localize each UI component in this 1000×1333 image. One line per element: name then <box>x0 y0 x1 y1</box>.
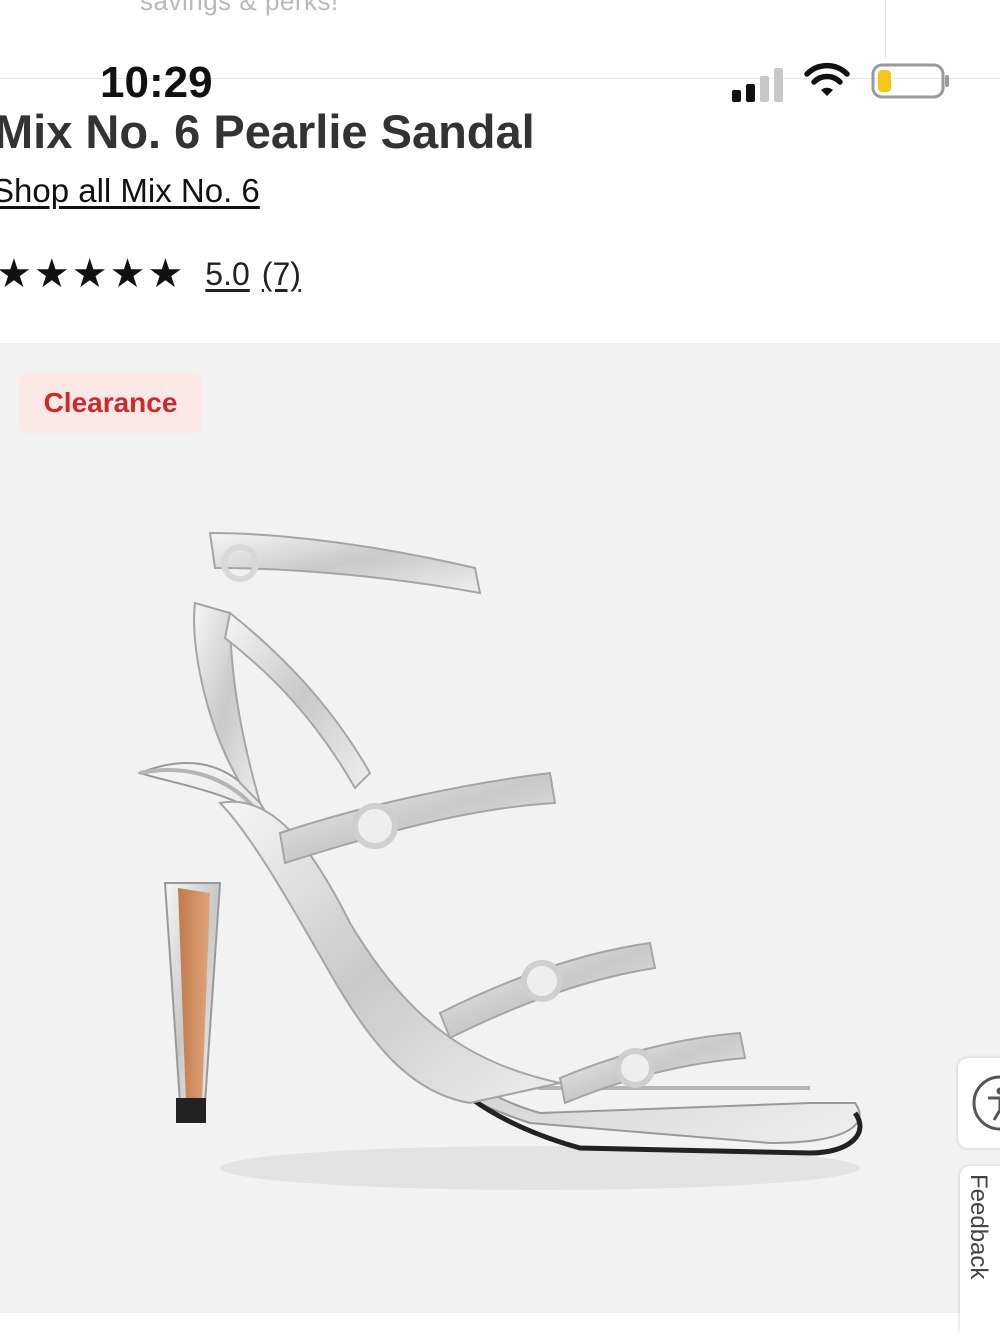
product-title: Mix No. 6 Pearlie Sandal <box>0 105 535 158</box>
clearance-badge: Clearance <box>19 373 202 433</box>
star-icon: ★ <box>147 252 184 296</box>
star-icon: ★ <box>33 252 70 296</box>
star-icon: ★ <box>109 252 146 296</box>
product-image[interactable] <box>110 503 880 1213</box>
status-time: 10:29 <box>100 58 213 107</box>
star-icon: ★ <box>71 252 108 296</box>
review-count-link[interactable]: (7) <box>262 256 301 293</box>
rating-row[interactable]: ★ ★ ★ ★ ★ 5.0 (7) <box>0 254 301 294</box>
status-icons <box>730 62 960 102</box>
accessibility-button[interactable] <box>958 1058 1000 1148</box>
product-image-area[interactable]: Clearance <box>0 343 1000 1313</box>
wifi-icon <box>804 62 850 96</box>
star-rating: ★ ★ ★ ★ ★ <box>0 254 183 294</box>
accessibility-icon <box>972 1075 1000 1131</box>
banner-divider <box>885 0 886 58</box>
star-icon: ★ <box>0 252 32 296</box>
rating-value-link[interactable]: 5.0 <box>205 256 249 293</box>
promo-text: savings & perks! <box>140 0 339 16</box>
shop-all-brand-link[interactable]: Shop all Mix No. 6 <box>0 172 260 210</box>
battery-icon <box>871 63 949 99</box>
feedback-label: Feedback <box>965 1174 992 1280</box>
feedback-tab[interactable]: Feedback <box>960 1166 1000 1333</box>
